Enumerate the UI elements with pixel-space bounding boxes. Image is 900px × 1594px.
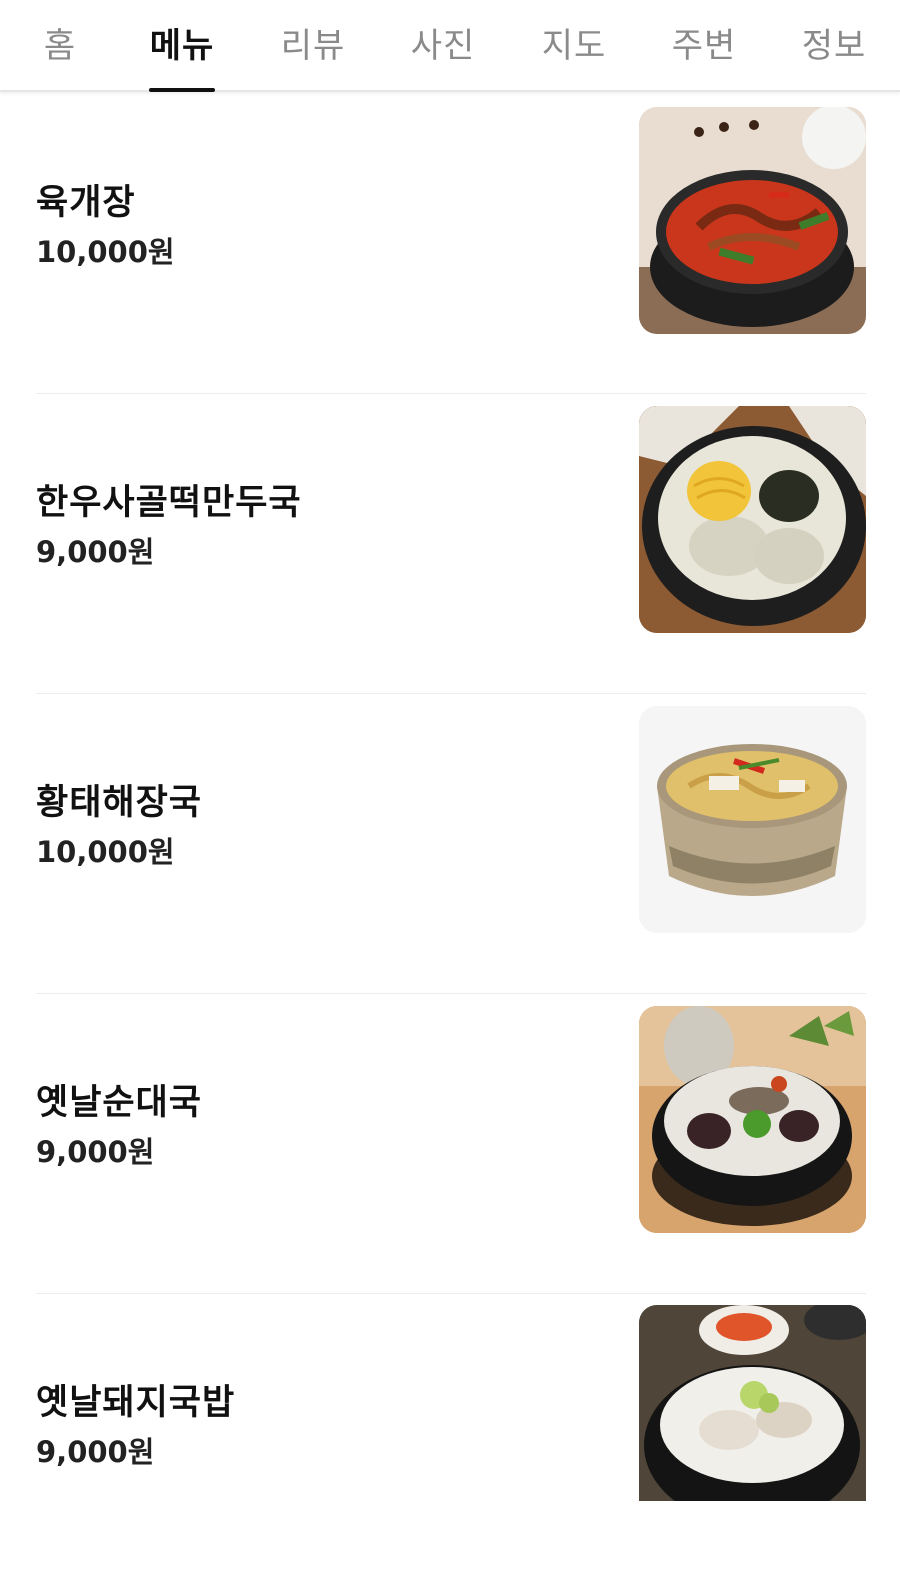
yukgaejang-image	[639, 107, 866, 334]
menu-item-price: 9,000원	[36, 535, 155, 569]
tab-label: 정보	[801, 26, 867, 66]
tab-label: 리뷰	[280, 26, 346, 66]
yukgaejang-photo	[639, 107, 866, 334]
tab-label: 홈	[43, 26, 77, 66]
menu-item-name: 황태해장국	[36, 783, 203, 823]
menu-item-price: 10,000원	[36, 235, 175, 269]
tab-label: 주변	[671, 26, 737, 66]
menu-item-price: 9,000원	[36, 1135, 155, 1169]
tab-label: 메뉴	[149, 26, 215, 66]
tab-label: 사진	[410, 26, 476, 66]
menu-item[interactable]: 한우사골떡만두국 9,000원	[0, 394, 900, 694]
tab-label: 지도	[541, 26, 607, 66]
tab-reviews[interactable]: 리뷰	[279, 18, 347, 92]
tab-bar: 홈 메뉴 리뷰 사진 지도 주변 정보	[0, 0, 900, 92]
tteok-mandu-guk-image	[639, 406, 866, 633]
menu-item-name: 옛날돼지국밥	[36, 1383, 236, 1423]
menu-item-price: 10,000원	[36, 835, 175, 869]
menu-item[interactable]: 육개장 10,000원	[0, 94, 900, 394]
dwaeji-gukbap-photo	[639, 1305, 866, 1501]
menu-item-price: 9,000원	[36, 1435, 155, 1469]
tab-menu[interactable]: 메뉴	[149, 18, 215, 92]
tab-underline	[149, 88, 215, 92]
hwangtae-haejangguk-photo	[639, 706, 866, 933]
sundae-guk-image	[639, 1006, 866, 1233]
tab-info[interactable]: 정보	[800, 18, 868, 92]
menu-item-name: 옛날순대국	[36, 1083, 203, 1123]
tteok-mandu-guk-photo	[639, 406, 866, 633]
tab-map[interactable]: 지도	[540, 18, 608, 92]
menu-item[interactable]: 옛날순대국 9,000원	[0, 994, 900, 1294]
tab-home[interactable]: 홈	[40, 18, 80, 92]
menu-item-name: 한우사골떡만두국	[36, 483, 302, 523]
menu-item-name: 육개장	[36, 183, 136, 223]
menu-item[interactable]: 황태해장국 10,000원	[0, 694, 900, 994]
hwangtae-haejangguk-image	[639, 706, 866, 933]
dwaeji-gukbap-image	[639, 1305, 866, 1501]
menu-item[interactable]: 옛날돼지국밥 9,000원	[0, 1294, 900, 1594]
tab-nearby[interactable]: 주변	[670, 18, 738, 92]
tab-photos[interactable]: 사진	[409, 18, 477, 92]
sundae-guk-photo	[639, 1006, 866, 1233]
